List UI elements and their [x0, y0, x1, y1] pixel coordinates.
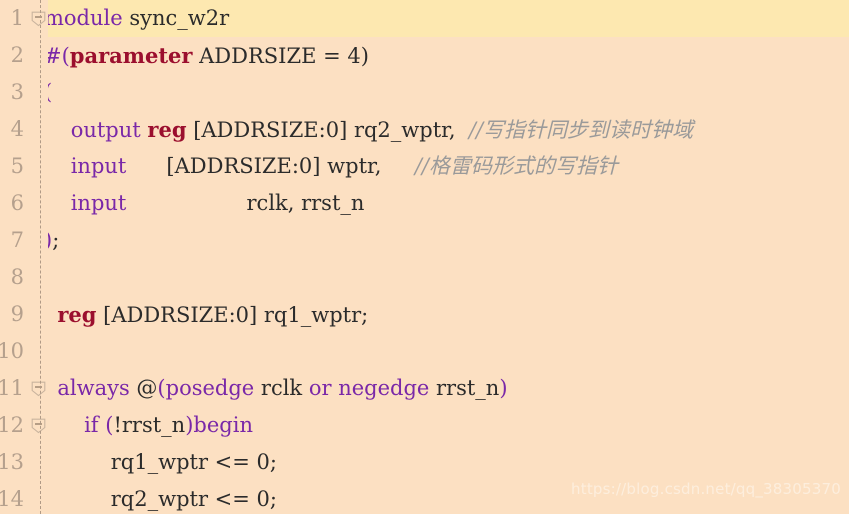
code-token: begin: [193, 413, 253, 437]
code-line[interactable]: input rclk, rrst_n: [0, 185, 849, 222]
code-line-text: input rclk, rrst_n: [44, 185, 365, 222]
code-line-text: output reg [ADDRSIZE:0] rq2_wptr, //写指针同…: [44, 111, 693, 149]
code-line[interactable]: [0, 333, 849, 370]
code-area[interactable]: module sync_w2r #(parameter ADDRSIZE = 4)…: [0, 0, 849, 514]
fold-collapse-icon[interactable]: [31, 381, 46, 397]
code-token: rq1_wptr <= 0;: [44, 450, 277, 474]
code-line[interactable]: );: [0, 222, 849, 259]
line-number: 11: [0, 376, 24, 400]
code-token: (: [157, 376, 166, 400]
code-line-text: input [ADDRSIZE:0] wptr, //格雷码形式的写指针: [44, 148, 618, 185]
fold-collapse-icon[interactable]: [31, 418, 46, 434]
code-line-text: reg [ADDRSIZE:0] rq1_wptr;: [44, 296, 368, 334]
line-number: 1: [10, 6, 24, 30]
code-token: ): [499, 376, 508, 400]
code-line-text: #(parameter ADDRSIZE = 4): [44, 37, 369, 75]
code-token: !rrst_n: [113, 413, 186, 437]
code-line[interactable]: if (!rrst_n)begin: [0, 407, 849, 444]
code-token: [ADDRSIZE:0] wptr,: [126, 154, 415, 178]
code-token: ;: [52, 228, 60, 252]
code-token: ADDRSIZE = 4): [192, 43, 369, 68]
code-token: input: [70, 154, 127, 178]
code-line-text: rq1_wptr <= 0;: [44, 444, 277, 481]
code-token: posedge: [165, 376, 255, 400]
code-token: //写指针同步到读时钟域: [468, 117, 694, 142]
code-token: always: [57, 376, 130, 400]
line-number: 13: [0, 450, 24, 474]
code-token: rq2_wptr <= 0;: [44, 487, 277, 511]
code-token: reg: [147, 116, 187, 142]
code-token: [ADDRSIZE:0] rq2_wptr,: [186, 117, 469, 142]
code-line-text: rq2_wptr <= 0;: [44, 481, 277, 514]
line-number: 12: [0, 413, 24, 437]
code-token: rclk, rrst_n: [126, 191, 365, 215]
code-line[interactable]: input [ADDRSIZE:0] wptr, //格雷码形式的写指针: [0, 148, 849, 185]
code-token: parameter: [69, 42, 193, 68]
line-number: 2: [10, 43, 24, 67]
code-line-text: if (!rrst_n)begin: [44, 407, 253, 444]
code-token: rclk: [254, 376, 309, 400]
code-token: input: [70, 191, 127, 215]
code-line[interactable]: (: [0, 74, 849, 111]
code-token: @: [129, 376, 158, 400]
code-line[interactable]: output reg [ADDRSIZE:0] rq2_wptr, //写指针同…: [0, 111, 849, 148]
line-number: 4: [10, 117, 24, 141]
line-number: 7: [10, 228, 24, 252]
watermark-text: https://blog.csdn.net/qq_38305370: [571, 480, 841, 498]
code-token: if: [84, 413, 99, 437]
line-number: 3: [10, 80, 24, 104]
line-number: 8: [10, 265, 24, 289]
code-line-text: always @(posedge rclk or negedge rrst_n): [44, 370, 508, 407]
line-number: 9: [10, 302, 24, 326]
code-token: negedge: [338, 376, 430, 400]
code-editor[interactable]: module sync_w2r #(parameter ADDRSIZE = 4)…: [0, 0, 849, 514]
fold-guide-line: [40, 0, 41, 514]
code-line[interactable]: #(parameter ADDRSIZE = 4): [0, 37, 849, 74]
line-number: 14: [0, 487, 24, 511]
code-token: module: [44, 6, 123, 30]
code-token: //格雷码形式的写指针: [414, 154, 618, 178]
code-token: rrst_n: [429, 376, 500, 400]
code-line-text: module sync_w2r: [44, 0, 229, 37]
code-token: output: [70, 117, 141, 142]
line-number: 6: [10, 191, 24, 215]
code-line[interactable]: module sync_w2r: [0, 0, 849, 37]
line-number: 10: [0, 339, 24, 363]
code-token: reg: [57, 301, 97, 327]
code-token: or: [308, 376, 332, 400]
code-line[interactable]: [0, 259, 849, 296]
code-token: sync_w2r: [122, 6, 230, 30]
code-line[interactable]: always @(posedge rclk or negedge rrst_n): [0, 370, 849, 407]
line-number: 5: [10, 154, 24, 178]
fold-collapse-icon[interactable]: [31, 11, 46, 27]
code-line[interactable]: reg [ADDRSIZE:0] rq1_wptr;: [0, 296, 849, 333]
code-token: [ADDRSIZE:0] rq1_wptr;: [96, 302, 369, 327]
